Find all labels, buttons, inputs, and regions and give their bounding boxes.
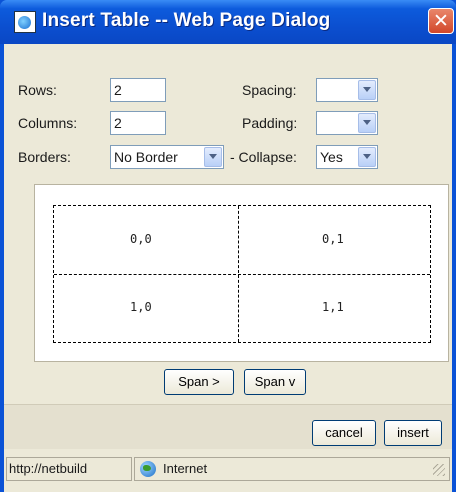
- security-zone: Internet: [134, 457, 450, 481]
- columns-label: Columns:: [18, 115, 78, 131]
- chevron-down-icon[interactable]: [204, 147, 222, 167]
- insert-button[interactable]: insert: [384, 420, 442, 446]
- status-bar: http://netbuild Internet: [4, 449, 452, 492]
- resize-grip-icon[interactable]: [433, 464, 445, 476]
- span-right-button[interactable]: Span >: [164, 369, 234, 395]
- padding-select[interactable]: [316, 111, 378, 135]
- spacing-label: Spacing:: [242, 82, 297, 98]
- table-preview-grid: 0,0 0,1 1,0 1,1: [53, 205, 431, 343]
- borders-select-value: No Border: [114, 149, 178, 165]
- padding-label: Padding:: [242, 115, 298, 131]
- preview-row-divider: [54, 274, 430, 275]
- span-down-button[interactable]: Span v: [244, 369, 306, 395]
- preview-cell[interactable]: 0,0: [130, 232, 152, 246]
- rows-input[interactable]: 2: [110, 78, 166, 102]
- borders-label: Borders:: [18, 149, 71, 165]
- preview-cell[interactable]: 1,0: [130, 300, 152, 314]
- dialog-window: Insert Table -- Web Page Dialog ✕ Rows: …: [0, 0, 456, 492]
- preview-cell[interactable]: 0,1: [322, 232, 344, 246]
- zone-label: Internet: [163, 461, 208, 476]
- cancel-button[interactable]: cancel: [312, 420, 376, 446]
- columns-input[interactable]: 2: [110, 111, 166, 135]
- chevron-down-icon[interactable]: [358, 147, 376, 167]
- spacing-select[interactable]: [316, 78, 378, 102]
- chevron-down-icon[interactable]: [358, 80, 376, 100]
- chevron-down-icon[interactable]: [358, 113, 376, 133]
- collapse-select-value: Yes: [320, 149, 343, 165]
- preview-cell[interactable]: 1,1: [322, 300, 344, 314]
- collapse-select[interactable]: Yes: [316, 145, 378, 169]
- dialog-body: Rows: 2 Columns: 2 Borders: No Border Sp…: [4, 44, 452, 492]
- collapse-label: - Collapse:: [230, 149, 297, 165]
- title-bar[interactable]: Insert Table -- Web Page Dialog ✕: [0, 0, 456, 44]
- window-title: Insert Table -- Web Page Dialog: [42, 10, 331, 31]
- globe-icon: [140, 461, 156, 477]
- status-url: http://netbuild: [6, 457, 132, 481]
- rows-label: Rows:: [18, 82, 57, 98]
- ie-page-icon: [14, 11, 36, 33]
- close-icon: ✕: [433, 10, 449, 32]
- table-preview: 0,0 0,1 1,0 1,1: [34, 184, 449, 362]
- borders-select[interactable]: No Border: [110, 145, 224, 169]
- close-button[interactable]: ✕: [428, 8, 454, 34]
